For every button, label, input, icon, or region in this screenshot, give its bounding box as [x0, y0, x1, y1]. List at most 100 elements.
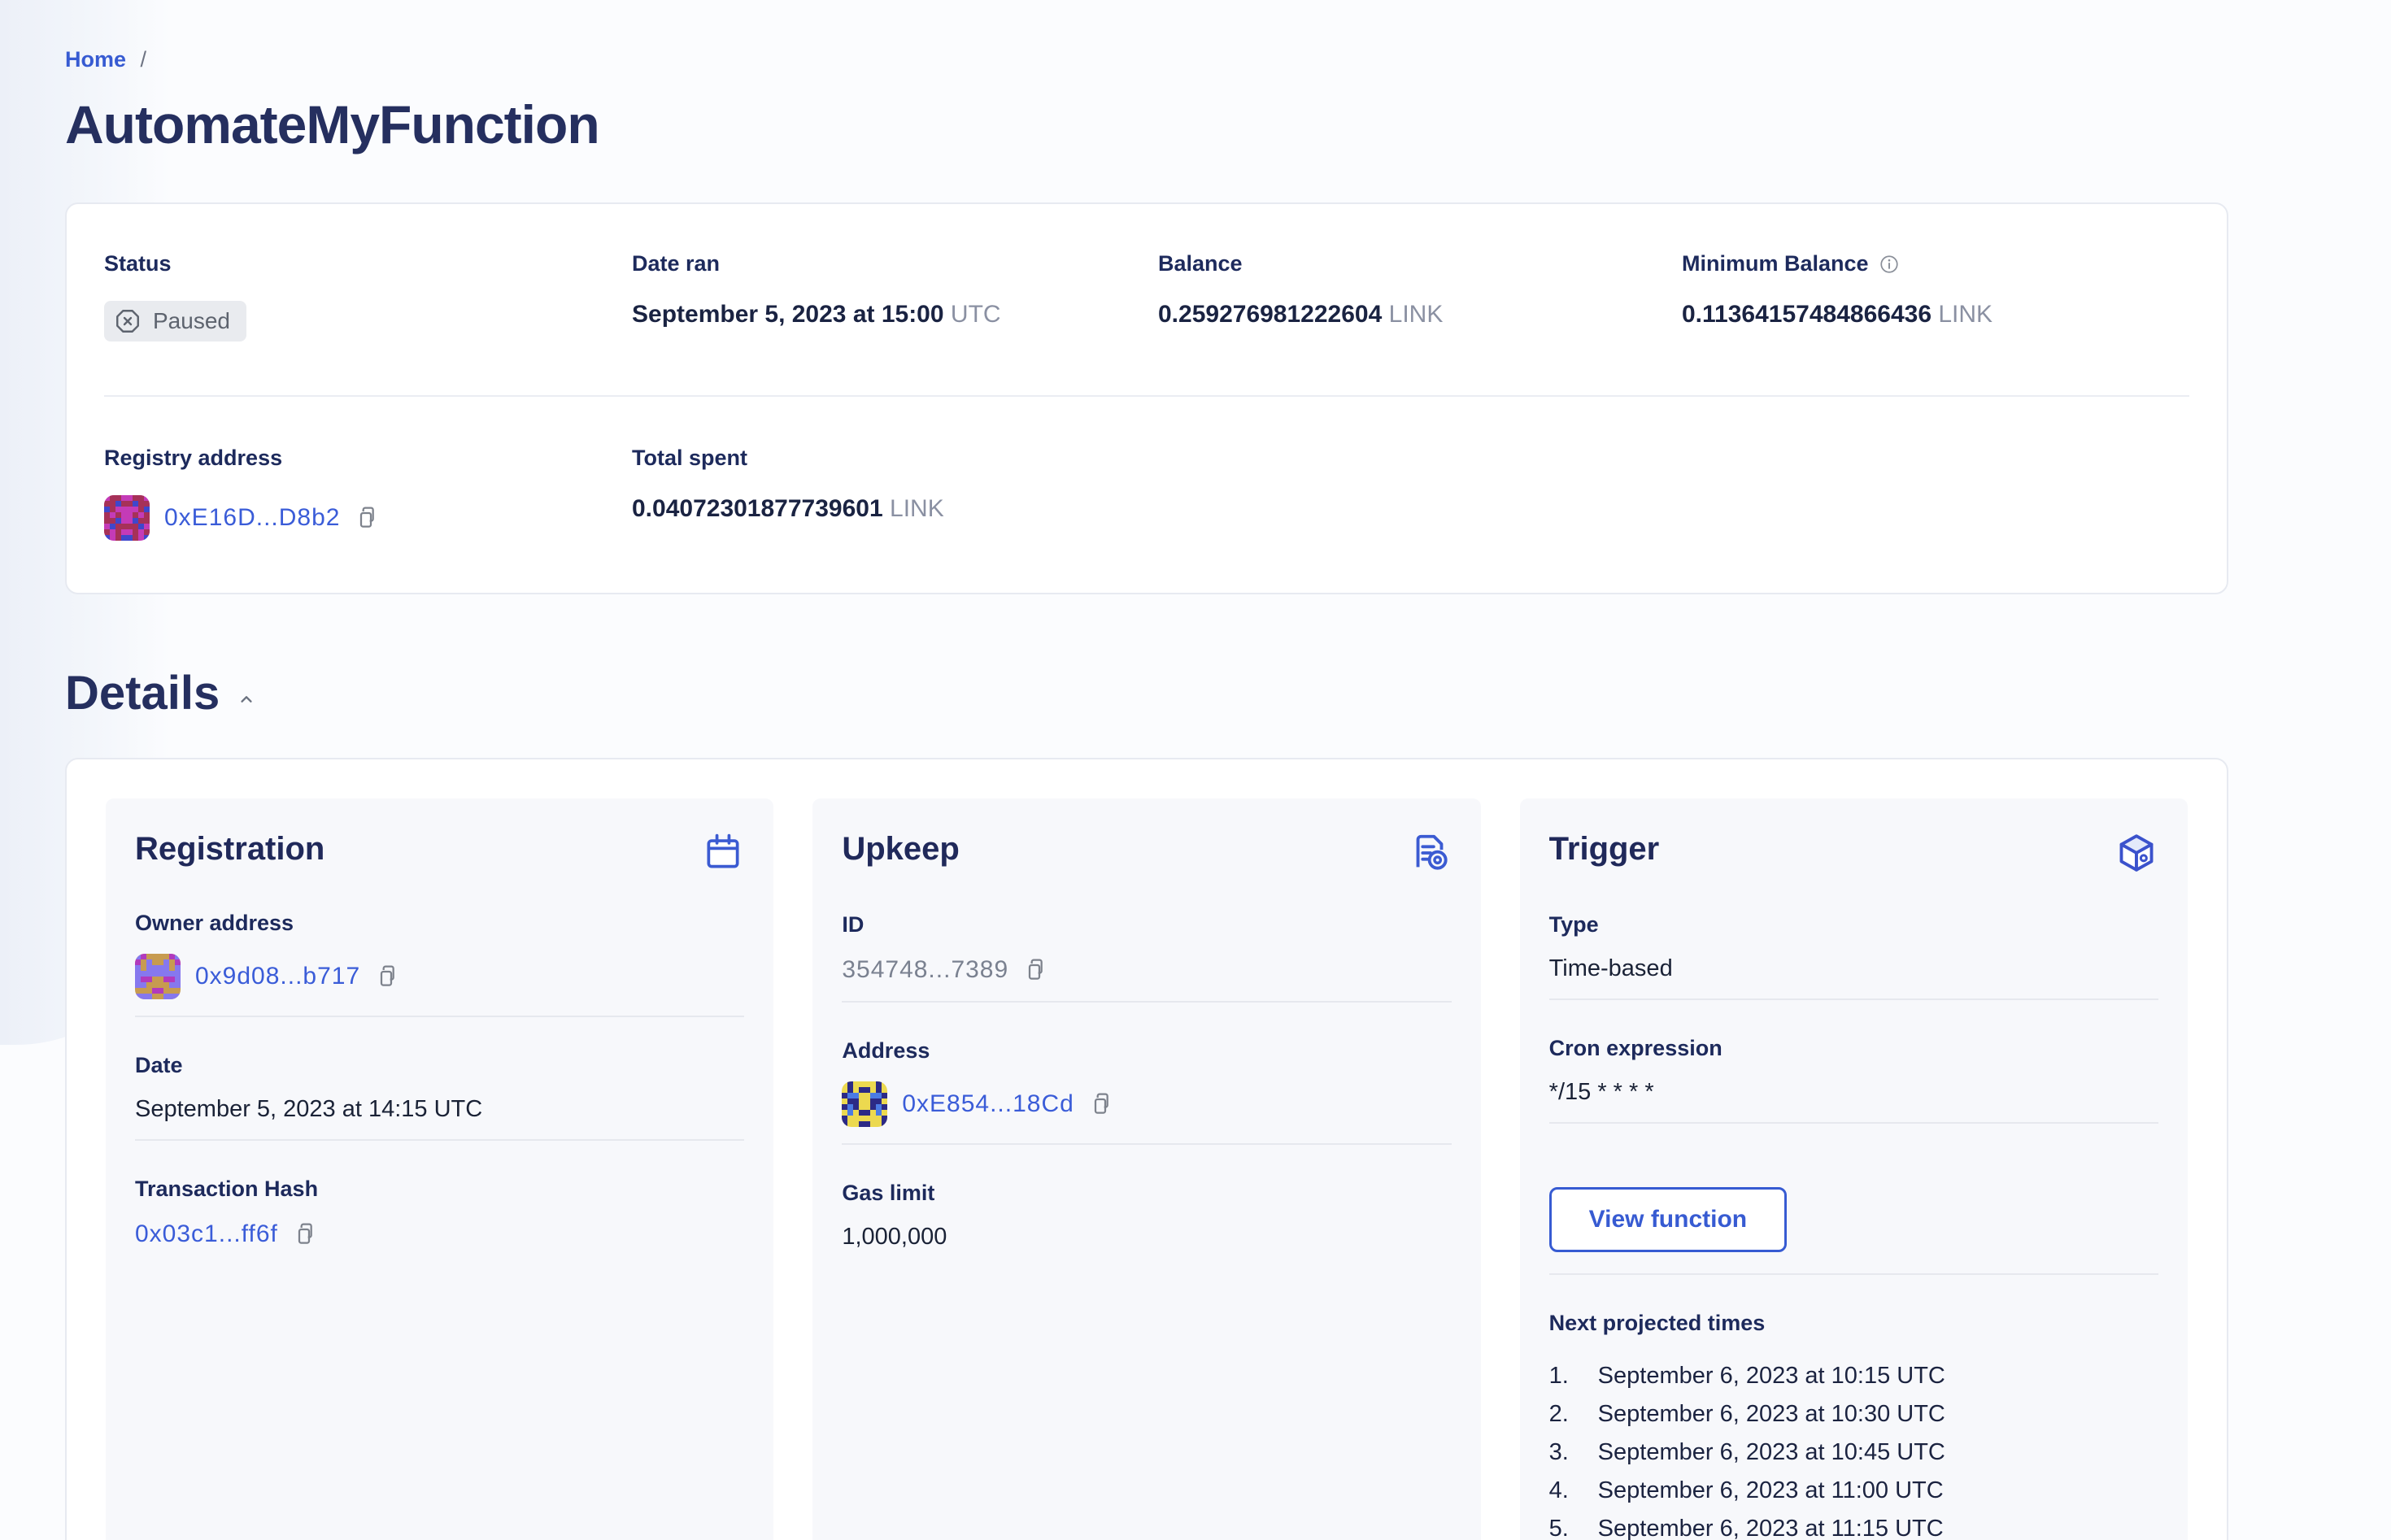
- registration-date-value: September 5, 2023 at 14:15 UTC: [135, 1096, 483, 1122]
- trigger-type-field: Type Time-based: [1549, 912, 2158, 982]
- upkeep-id-value: 354748...7389: [842, 956, 1009, 983]
- copy-registry-address-button[interactable]: [355, 503, 381, 533]
- trigger-title: Trigger: [1548, 831, 1660, 867]
- row-divider: [1548, 1122, 2158, 1124]
- cron-expression-field: Cron expression */15 * * * *: [1549, 1036, 2158, 1106]
- row-divider: [135, 1139, 745, 1141]
- date-ran-label: Date ran: [632, 251, 721, 276]
- summary-divider: [104, 395, 2189, 397]
- projected-time-text: September 6, 2023 at 10:45 UTC: [1597, 1439, 1945, 1465]
- registration-card: Registration Owner address 0x9d08...b717…: [106, 798, 774, 1540]
- status-cell: Status Paused: [104, 251, 632, 341]
- upkeep-card: Upkeep ID 354748...7389 Address 0xE854..…: [812, 798, 1481, 1540]
- registry-cell: Registry address 0xE16D...D8b2: [104, 446, 632, 541]
- registry-identicon: [104, 495, 150, 541]
- projected-time-number: 5.: [1548, 1516, 1569, 1540]
- registration-date-field: Date September 5, 2023 at 14:15 UTC: [135, 1053, 744, 1123]
- owner-address-field: Owner address 0x9d08...b717: [135, 911, 744, 999]
- projected-time-text: September 6, 2023 at 10:15 UTC: [1597, 1363, 1945, 1389]
- min-balance-label: Minimum Balance: [1682, 251, 1869, 276]
- upkeep-address-field: Address 0xE854...18Cd: [842, 1038, 1451, 1127]
- registry-address-link[interactable]: 0xE16D...D8b2: [164, 504, 340, 532]
- balance-value: 0.259276981222604: [1158, 301, 1383, 328]
- balance-cell: Balance 0.259276981222604 LINK: [1158, 251, 1682, 341]
- info-icon[interactable]: [1879, 254, 1900, 275]
- trigger-type-value: Time-based: [1548, 955, 1673, 981]
- copy-owner-address-button[interactable]: [375, 962, 401, 991]
- contract-document-icon: [1408, 831, 1452, 875]
- registration-date-label: Date: [135, 1053, 183, 1077]
- trigger-type-label: Type: [1548, 912, 1599, 937]
- status-label: Status: [104, 251, 172, 276]
- total-spent-label: Total spent: [632, 446, 748, 470]
- projected-time-item: 2. September 6, 2023 at 10:30 UTC: [1549, 1395, 2158, 1433]
- projected-time-text: September 6, 2023 at 10:30 UTC: [1597, 1401, 1945, 1427]
- date-ran-cell: Date ran September 5, 2023 at 15:00 UTC: [632, 251, 1158, 341]
- cron-expression-label: Cron expression: [1548, 1036, 1722, 1060]
- upkeep-id-field: ID 354748...7389: [842, 912, 1451, 985]
- gas-limit-value: 1,000,000: [842, 1224, 947, 1250]
- upkeep-address-label: Address: [842, 1038, 930, 1063]
- next-projected-times-list: 1. September 6, 2023 at 10:15 UTC 2. Sep…: [1549, 1357, 2158, 1540]
- copy-upkeep-id-button[interactable]: [1023, 955, 1049, 985]
- collapse-details-button[interactable]: [236, 689, 257, 710]
- balance-unit: LINK: [1388, 301, 1444, 328]
- details-card: Registration Owner address 0x9d08...b717…: [65, 758, 2228, 1540]
- row-divider: [842, 1143, 1452, 1145]
- summary-row-1: Status Paused Date ran September 5, 2023…: [104, 251, 2189, 341]
- row-divider: [1548, 998, 2158, 1000]
- trigger-card: Trigger Type Time-based Cron expression …: [1519, 798, 2188, 1540]
- projected-time-item: 4. September 6, 2023 at 11:00 UTC: [1549, 1472, 2158, 1510]
- owner-address-label: Owner address: [135, 911, 294, 935]
- projected-time-text: September 6, 2023 at 11:15 UTC: [1597, 1516, 1944, 1540]
- summary-row-2: Registry address 0xE16D...D8b2 Total spe…: [104, 446, 2189, 541]
- copy-icon: [1023, 959, 1049, 987]
- upkeep-address-link[interactable]: 0xE854...18Cd: [902, 1090, 1074, 1118]
- owner-address-link[interactable]: 0x9d08...b717: [195, 963, 360, 990]
- page-title: AutomateMyFunction: [65, 94, 600, 154]
- upkeep-title: Upkeep: [842, 831, 960, 867]
- transaction-hash-label: Transaction Hash: [135, 1177, 319, 1201]
- upkeep-detail-page: Home / AutomateMyFunction Status Paused: [0, 0, 2228, 1540]
- row-divider: [1548, 1273, 2158, 1275]
- projected-time-number: 4.: [1548, 1477, 1569, 1503]
- breadcrumb-separator: /: [140, 47, 147, 72]
- date-ran-value: September 5, 2023 at 15:00: [632, 301, 944, 328]
- summary-card: Status Paused Date ran September 5, 2023…: [65, 202, 2228, 594]
- next-projected-times-field: Next projected times 1. September 6, 202…: [1549, 1311, 2158, 1540]
- registration-title: Registration: [135, 831, 325, 867]
- next-projected-times-label: Next projected times: [1548, 1311, 1766, 1335]
- status-badge: Paused: [104, 301, 246, 341]
- projected-time-number: 1.: [1548, 1363, 1569, 1389]
- breadcrumb: Home /: [65, 47, 2228, 72]
- cron-expression-value: */15 * * * *: [1548, 1079, 1654, 1105]
- copy-icon: [355, 507, 381, 535]
- details-heading: Details: [65, 666, 2228, 720]
- cube-icon: [2114, 831, 2158, 875]
- copy-upkeep-address-button[interactable]: [1089, 1090, 1115, 1119]
- details-heading-text: Details: [65, 667, 220, 720]
- min-balance-unit: LINK: [1938, 301, 1993, 328]
- owner-identicon: [135, 954, 181, 999]
- total-spent-unit: LINK: [890, 495, 944, 522]
- projected-time-text: September 6, 2023 at 11:00 UTC: [1597, 1477, 1944, 1503]
- paused-octagon-icon: [114, 307, 142, 335]
- copy-icon: [375, 965, 401, 994]
- min-balance-value: 0.11364157484866436: [1682, 301, 1932, 328]
- view-function-button[interactable]: View function: [1548, 1187, 1788, 1252]
- projected-time-item: 3. September 6, 2023 at 10:45 UTC: [1549, 1433, 2158, 1472]
- registry-label: Registry address: [104, 446, 283, 470]
- status-badge-label: Paused: [153, 308, 230, 333]
- projected-time-item: 1. September 6, 2023 at 10:15 UTC: [1549, 1357, 2158, 1395]
- breadcrumb-home-link[interactable]: Home: [65, 47, 126, 72]
- copy-transaction-hash-button[interactable]: [293, 1220, 319, 1249]
- total-spent-value: 0.04072301877739601: [632, 495, 883, 522]
- projected-time-item: 5. September 6, 2023 at 11:15 UTC: [1549, 1510, 2158, 1540]
- projected-time-number: 3.: [1548, 1439, 1569, 1465]
- copy-icon: [1089, 1093, 1115, 1121]
- projected-time-number: 2.: [1548, 1401, 1569, 1427]
- total-spent-cell: Total spent 0.04072301877739601 LINK: [632, 446, 1158, 541]
- transaction-hash-link[interactable]: 0x03c1...ff6f: [135, 1220, 278, 1248]
- balance-label: Balance: [1158, 251, 1243, 276]
- date-ran-timezone: UTC: [950, 301, 1001, 328]
